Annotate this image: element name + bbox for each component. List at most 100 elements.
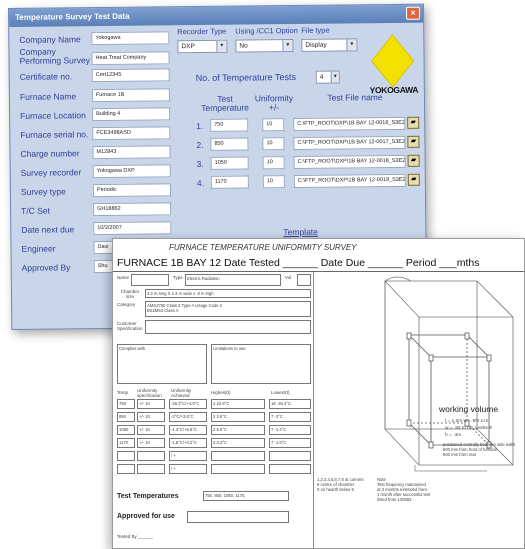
tc-positions-note: 1,2,3,4,5,6,7,8 at corners 9 centre of c…: [317, 477, 364, 492]
uniformity-achieved-header: Uniformity Achieved: [171, 388, 192, 398]
test-temp-input[interactable]: 850: [210, 137, 249, 151]
table-cell: +/- 10: [137, 438, 165, 448]
recorder-type-value: DXP: [181, 43, 195, 51]
table-cell: 2 6.6°C: [211, 425, 265, 435]
sheet-title: FURNACE TEMPERATURE UNIFORMITY SURVEY: [169, 243, 357, 252]
label-date-next-due: Date next due: [21, 224, 75, 235]
table-cell: 2 3.2°C: [211, 438, 265, 448]
test-file-input[interactable]: C:\FTP_ROOT\DXP\1B BAY 12-0019_S3E20: [293, 173, 406, 189]
folder-icon[interactable]: ▰: [407, 173, 420, 186]
label-survey-type: Survey type: [20, 186, 66, 197]
test-temperatures-box: 750, 850, 1050, 1170,: [203, 491, 289, 501]
table-cell: -3°C/+3.6°C: [169, 412, 207, 422]
type-box: Electric Radiation: [185, 274, 281, 286]
uniformity-header: Uniformity +/-: [254, 93, 294, 113]
label-furnace-name: Furnace Name: [19, 91, 77, 102]
table-cell: 7 -3°C: [269, 412, 311, 422]
chevron-down-icon: ▼: [216, 40, 227, 52]
row-number: 1.: [196, 120, 204, 132]
file-type-value: Display: [305, 41, 327, 49]
chamber-box: 3.2 m long X 1.3 m wide x .8 m high: [145, 289, 311, 298]
category-box: AMS2750 Class 3 Type A Usage Code 2 BS2M…: [145, 301, 311, 317]
uniformity-input[interactable]: 10: [262, 118, 285, 132]
test-file-input[interactable]: C:\FTP_ROOT\DXP\1B BAY 12-0017_S3E20: [293, 135, 406, 151]
complies-box: Complies with: [117, 344, 207, 384]
table-cell: [269, 464, 311, 474]
close-icon: ×: [410, 7, 416, 18]
label-charge-number: Charge number: [20, 148, 80, 159]
table-cell: +/- 10: [137, 412, 165, 422]
table-cell: 2 22.8°C: [211, 399, 265, 409]
uniformity-spec-header: Uniformity specification: [137, 388, 162, 398]
table-cell: 16 -26.3°C: [269, 399, 311, 409]
recorder-type-select[interactable]: DXP ▼: [177, 39, 228, 54]
label-furnace-serial: Furnace serial no.: [20, 129, 89, 140]
table-cell: -26.3°C/+4.9°C: [169, 399, 207, 409]
label-approved-by: Approved By: [21, 262, 71, 273]
row-number: 2.: [196, 139, 204, 151]
divider: [113, 271, 524, 272]
furnace-serial-field[interactable]: FCE3498ASD: [92, 126, 171, 141]
charge-number-field[interactable]: M12843: [92, 145, 171, 160]
table-cell: -1.4°C/+6.6°C: [169, 425, 207, 435]
test-file-input[interactable]: C:\FTP_ROOT\DXP\1B BAY 12-0018_S3E20: [293, 154, 406, 170]
survey-type-field[interactable]: Periodic: [92, 183, 171, 198]
table-cell: 850: [117, 412, 135, 422]
furnace-name-field[interactable]: Furnace 1B: [91, 88, 170, 103]
row-number: 3.: [196, 158, 204, 170]
label-engineer: Engineer: [21, 243, 56, 254]
label-furnace-location: Furnace Location: [20, 110, 86, 121]
cc-option-select[interactable]: No ▼: [235, 39, 294, 53]
test-temp-input[interactable]: 1050: [210, 156, 249, 170]
cc-option-value: No: [239, 42, 248, 50]
limitations-box: Limitations to use: [211, 344, 311, 384]
name-label: Name: [117, 275, 130, 280]
table-cell: [211, 451, 265, 461]
file-type-select[interactable]: Display ▼: [301, 38, 358, 52]
close-button[interactable]: ×: [406, 6, 421, 20]
vol-label: Vol: [285, 275, 292, 280]
approved-for-use-label: Approved for use: [117, 513, 175, 520]
table-cell: [269, 451, 311, 461]
temp-col-header: Temp: [117, 390, 129, 395]
approved-for-use-box: [187, 511, 289, 523]
company-performing-field[interactable]: Heat Treat Company: [91, 51, 170, 66]
label-company-performing: Company Performing Survey: [19, 46, 90, 66]
num-tests-select[interactable]: 4 ▼: [315, 70, 340, 84]
company-name-field[interactable]: Yokogawa: [91, 31, 170, 46]
type-label: Type: [173, 275, 183, 280]
category-label: Category: [117, 302, 136, 307]
table-cell: 7 -1.4°C: [269, 425, 311, 435]
test-file-input[interactable]: C:\FTP_ROOT\DXP\1B BAY 12-0016_S3E20: [293, 116, 406, 132]
num-tests-value: 4: [319, 73, 324, 81]
chevron-down-icon: ▼: [330, 71, 339, 83]
frequency-note: Note Test frequency maintained at 3 mont…: [377, 477, 431, 502]
row-number: 4.: [196, 177, 204, 189]
table-cell: +/- 10: [137, 399, 165, 409]
cc-option-header: Using /CC1 Option: [235, 25, 298, 36]
test-temp-input[interactable]: 750: [210, 118, 249, 132]
customer-box: [145, 320, 311, 334]
working-volume-label: working volume: [439, 404, 499, 414]
certificate-field[interactable]: Cert12345: [91, 68, 170, 83]
survey-recorder-field[interactable]: Yokogawa DXP: [92, 164, 171, 179]
uniformity-input[interactable]: 10: [262, 137, 285, 151]
uniformity-input[interactable]: 10: [262, 175, 285, 189]
chevron-down-icon: ▼: [282, 40, 293, 52]
folder-icon[interactable]: ▰: [407, 135, 420, 148]
uniformity-input[interactable]: 10: [262, 156, 285, 170]
furnace-location-field[interactable]: Building 4: [92, 107, 171, 122]
file-type-header: File type: [301, 25, 330, 35]
folder-icon[interactable]: ▰: [407, 116, 420, 129]
folder-icon[interactable]: ▰: [407, 154, 420, 167]
name-box: [131, 274, 169, 286]
working-volume-formula: l = 1.2m w= .9/0.x.m w = .92 m no. works…: [445, 419, 492, 438]
test-temperatures-label: Test Temperatures: [117, 493, 179, 500]
chamber-label: Chamber size: [120, 289, 140, 299]
num-tests-label: No. of Temperature Tests: [195, 71, 297, 84]
date-next-due-field[interactable]: 10/2/2007: [93, 221, 172, 236]
template-link[interactable]: Template: [283, 227, 318, 237]
table-cell: 1050: [117, 425, 135, 435]
test-temp-input[interactable]: 1170: [210, 175, 249, 189]
tc-set-field[interactable]: GH18862: [93, 202, 172, 217]
